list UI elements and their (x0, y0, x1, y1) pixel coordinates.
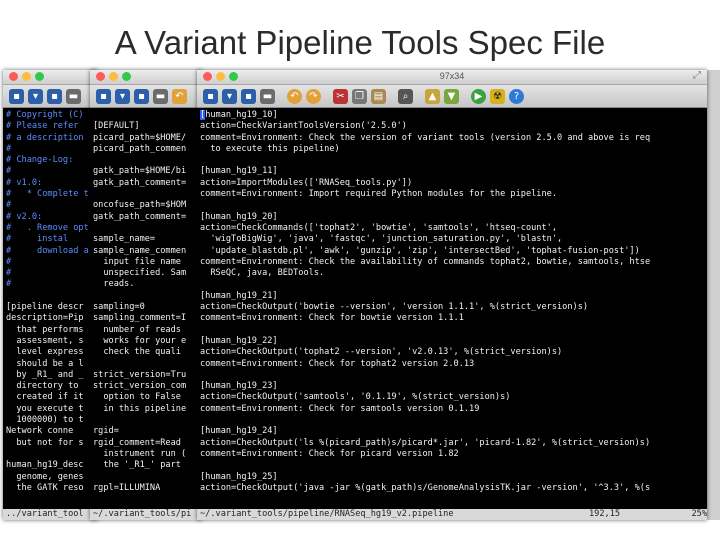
zoom-button[interactable] (35, 72, 44, 81)
window-title: 97x34 (439, 71, 465, 81)
minimize-button[interactable] (109, 72, 118, 81)
status-bar: ~/.variant_tools/pi (90, 509, 202, 520)
new-file-icon[interactable]: ▪ (9, 88, 24, 104)
main-editor-text[interactable]: [human_hg19_10] action=CheckVariantTools… (197, 108, 707, 494)
find-icon[interactable]: ⌕ (398, 88, 413, 104)
status-scroll-percent: 25% (691, 509, 707, 519)
print-icon[interactable]: ▬ (260, 88, 275, 104)
print-icon[interactable]: ▬ (66, 88, 81, 104)
cut-icon[interactable]: ✂ (333, 88, 348, 104)
print-icon[interactable]: ▬ (153, 88, 168, 104)
undo-icon[interactable]: ↶ (172, 88, 187, 104)
close-button[interactable] (9, 72, 18, 81)
editor-window-main[interactable]: 97x34 ⤢ ▪ ▾ ▪ ▬ ↶ ↷ ✂ ❐ ▤ ⌕ ▲ ▼ ▶ ☢ ? [h… (197, 70, 707, 520)
status-cursor-position: 192,15 (589, 509, 621, 519)
window-titlebar[interactable] (90, 70, 202, 85)
new-file-icon[interactable]: ▪ (96, 88, 111, 104)
window-titlebar[interactable] (3, 70, 98, 85)
open-icon[interactable]: ▾ (28, 88, 43, 104)
save-icon[interactable]: ▪ (241, 88, 256, 104)
load-session-icon[interactable]: ▲ (425, 88, 440, 104)
make-icon[interactable]: ☢ (490, 88, 505, 104)
toolbar: ▪ ▾ ▪ ▬ ↶ ↷ ✂ ❐ ▤ ⌕ ▲ ▼ ▶ ☢ ? (197, 85, 707, 108)
background-window-edge (707, 70, 720, 520)
middle-pane-text[interactable]: [DEFAULT] picard_path=$HOME/ picard_path… (90, 108, 202, 494)
editor-window-back[interactable]: ▪ ▾ ▪ ▬ # Copyright (C) # Please refer #… (3, 70, 98, 520)
save-icon[interactable]: ▪ (47, 88, 62, 104)
editor-window-middle[interactable]: ▪ ▾ ▪ ▬ ↶ [DEFAULT] picard_path=$HOME/ p… (90, 70, 202, 520)
help-icon[interactable]: ? (509, 88, 524, 104)
status-file-path: ~/.variant_tools/pipeline/RNASeq_hg19_v2… (200, 509, 454, 519)
paste-icon[interactable]: ▤ (371, 88, 386, 104)
fullscreen-icon[interactable]: ⤢ (693, 70, 701, 81)
open-icon[interactable]: ▾ (222, 88, 237, 104)
slide-title: A Variant Pipeline Tools Spec File (114, 24, 606, 61)
save-icon[interactable]: ▪ (134, 88, 149, 104)
redo-icon[interactable]: ↷ (306, 88, 321, 104)
minimize-button[interactable] (22, 72, 31, 81)
toolbar: ▪ ▾ ▪ ▬ ↶ (90, 85, 202, 108)
left-pane-text[interactable]: # Copyright (C) # Please refer # a descr… (3, 108, 98, 494)
status-bar: ../variant_tool (3, 509, 98, 520)
copy-icon[interactable]: ❐ (352, 88, 367, 104)
run-icon[interactable]: ▶ (471, 88, 486, 104)
toolbar: ▪ ▾ ▪ ▬ (3, 85, 98, 108)
undo-icon[interactable]: ↶ (287, 88, 302, 104)
window-titlebar[interactable]: 97x34 ⤢ (197, 70, 707, 85)
new-file-icon[interactable]: ▪ (203, 88, 218, 104)
save-session-icon[interactable]: ▼ (444, 88, 459, 104)
status-bar: ~/.variant_tools/pipeline/RNASeq_hg19_v2… (197, 509, 707, 520)
close-button[interactable] (96, 72, 105, 81)
open-icon[interactable]: ▾ (115, 88, 130, 104)
zoom-button[interactable] (122, 72, 131, 81)
